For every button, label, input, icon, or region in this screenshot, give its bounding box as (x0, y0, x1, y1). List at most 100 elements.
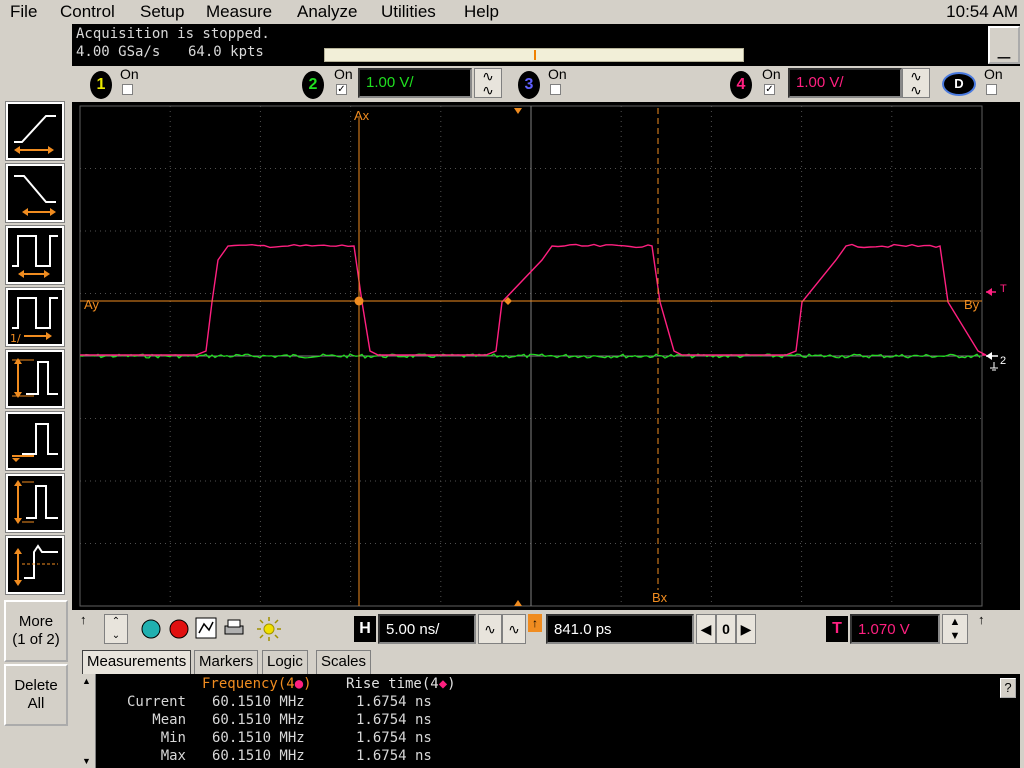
frequency-pulse-icon: 1/ (10, 297, 58, 345)
delay-reference-icon: ↑ (528, 614, 542, 632)
dc-coupling-icon: ∿ (482, 82, 494, 98)
row-current-rise-time: 1.6754 ns (356, 694, 432, 710)
control-bar: ↑ ⌃ ⌄ H 5.00 ns/ ∿ ∿ ↑ 841.0 ps ◀ 0 ▶ T 1… (72, 610, 1020, 648)
rising-edge-icon (14, 115, 56, 154)
tab-logic[interactable]: Logic (262, 650, 308, 674)
rise-time-header-text: Rise time(4 (346, 676, 439, 692)
falling-edge-icon (14, 175, 56, 216)
channel-4-scale[interactable]: 1.00 V/ (788, 68, 902, 98)
channel-4-coupling-button[interactable]: ∿ ∿ (902, 68, 930, 98)
channel-ground-arrow-icon (986, 352, 992, 360)
print-icon[interactable] (222, 616, 246, 640)
svg-text:1/: 1/ (10, 332, 21, 344)
autoscale-icon[interactable] (194, 616, 218, 640)
row-min-label: Min (160, 730, 186, 746)
amplitude-tool[interactable] (5, 349, 65, 409)
channel-3-badge[interactable]: 3 (518, 71, 540, 99)
overshoot-tool[interactable] (5, 535, 65, 595)
channel-2-scale[interactable]: 1.00 V/ (358, 68, 472, 98)
row-mean-rise-time: 1.6754 ns (356, 712, 432, 728)
row-current-frequency: 60.1510 MHz (212, 694, 305, 710)
trigger-position-top-arrow (514, 108, 522, 114)
minimize-button[interactable]: _ (988, 26, 1020, 64)
timebase-fine-button[interactable]: ∿ (502, 614, 526, 644)
channel-4-badge[interactable]: 4 (730, 71, 752, 99)
measurements-panel: ▲ ▼ Frequency(4●) Rise time(4◆) Current … (80, 674, 1020, 768)
channel-2-coupling-button[interactable]: ∿ ∿ (474, 68, 502, 98)
help-button[interactable]: ? (1000, 678, 1016, 698)
menu-bar: File Control Setup Measure Analyze Utili… (0, 0, 1024, 24)
scroll-up-icon[interactable]: ▲ (82, 676, 91, 686)
fall-time-tool[interactable] (5, 163, 65, 223)
position-left-button[interactable]: ◀ (696, 614, 716, 644)
row-current-label: Current (126, 694, 186, 710)
waveform-overview-bar[interactable] (324, 48, 744, 62)
more-button[interactable]: More (1 of 2) (4, 600, 68, 662)
menu-help[interactable]: Help (464, 2, 499, 22)
row-max-label: Max (160, 748, 186, 764)
channel-2-checkbox[interactable]: ✓ (336, 84, 347, 95)
menu-measure[interactable]: Measure (206, 2, 272, 22)
channel-2-on-label: On (334, 66, 353, 82)
menu-analyze[interactable]: Analyze (297, 2, 357, 22)
horizontal-up-arrow-icon[interactable]: ↑ (80, 612, 87, 627)
marker-a-intersection[interactable] (354, 296, 364, 306)
menu-setup[interactable]: Setup (140, 2, 184, 22)
acquisition-state: Acquisition is stopped. (76, 26, 270, 42)
marker-bx-label: Bx (652, 590, 668, 605)
horizontal-position-field[interactable]: 841.0 ps (546, 614, 694, 644)
channel-4-trace (80, 243, 987, 356)
digital-channel-badge[interactable]: D (942, 72, 976, 96)
period-tool[interactable] (5, 225, 65, 285)
row-mean-frequency: 60.1510 MHz (212, 712, 305, 728)
channel-1-checkbox[interactable] (122, 84, 133, 95)
trigger-level-label: T (1000, 283, 1007, 295)
menu-file[interactable]: File (10, 2, 37, 22)
tab-markers[interactable]: Markers (194, 650, 259, 674)
timebase-field[interactable]: 5.00 ns/ (378, 614, 476, 644)
measurement-col2-header: Rise time(4◆) (346, 676, 456, 692)
channel-4-dot-icon: ● (294, 676, 304, 692)
digital-checkbox[interactable] (986, 84, 997, 95)
position-zero-button[interactable]: 0 (716, 614, 736, 644)
marker-by-label: By (964, 297, 980, 312)
channel-1-on-label: On (120, 66, 139, 82)
measurement-col1-header: Frequency(4●) (202, 676, 312, 692)
channel-1-badge[interactable]: 1 (90, 71, 112, 99)
brightness-icon[interactable] (256, 616, 282, 642)
panel-tabs: Measurements Markers Logic Scales (80, 648, 1020, 674)
trigger-position-bottom-arrow (514, 600, 522, 606)
trigger-level-stepper[interactable]: ▲ ▼ (942, 614, 968, 644)
frequency-header-text: Frequency(4 (202, 676, 295, 692)
channel-4-checkbox[interactable]: ✓ (764, 84, 775, 95)
scroll-down-icon[interactable]: ▼ (82, 756, 91, 766)
tab-measurements[interactable]: Measurements (82, 650, 192, 674)
delete-all-button-label: Delete All (14, 677, 58, 712)
peak-to-peak-icon (14, 480, 58, 524)
rise-time-tool[interactable] (5, 101, 65, 161)
vertical-scroll-button[interactable]: ⌃ ⌄ (104, 614, 128, 644)
frequency-tool[interactable]: 1/ (5, 287, 65, 347)
menu-utilities[interactable]: Utilities (381, 2, 436, 22)
base-level-tool[interactable] (5, 411, 65, 471)
tab-scales[interactable]: Scales (316, 650, 372, 674)
delete-all-button[interactable]: Delete All (4, 664, 68, 726)
peak-to-peak-tool[interactable] (5, 473, 65, 533)
sample-rate: 4.00 GSa/s (76, 44, 161, 60)
channel-reference-label: 2 (1000, 355, 1006, 367)
trigger-level-field[interactable]: 1.070 V (850, 614, 940, 644)
timebase-coarse-button[interactable]: ∿ (478, 614, 502, 644)
teal-marker-icon[interactable] (140, 618, 162, 640)
menu-control[interactable]: Control (60, 2, 115, 22)
channel-4-on-label: On (762, 66, 781, 82)
marker-ay-label: Ay (84, 297, 99, 312)
channel-3-checkbox[interactable] (550, 84, 561, 95)
position-right-button[interactable]: ▶ (736, 614, 756, 644)
channel-2-badge[interactable]: 2 (302, 71, 324, 99)
trigger-up-arrow-icon[interactable]: ↑ (978, 612, 985, 627)
measurements-scrollbar[interactable]: ▲ ▼ (80, 674, 96, 768)
waveform-display[interactable]: Ax Bx Ay By T 2 (72, 102, 1020, 610)
red-run-stop-icon[interactable] (168, 618, 190, 640)
row-mean-label: Mean (152, 712, 186, 728)
marker-ax-label: Ax (354, 108, 370, 123)
